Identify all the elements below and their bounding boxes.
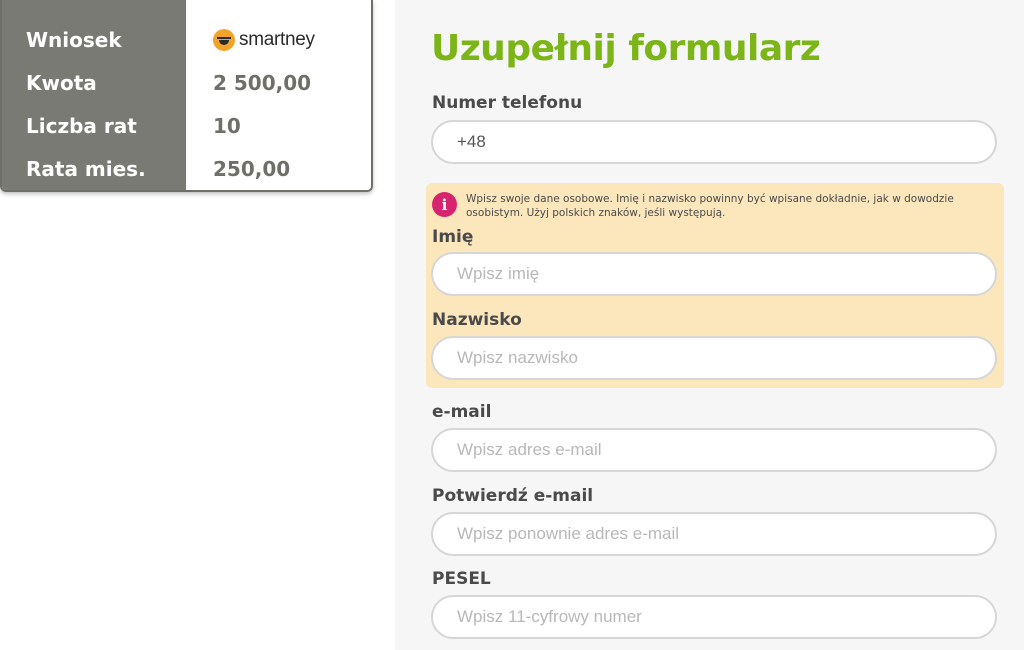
last-name-label: Nazwisko xyxy=(432,310,522,330)
loan-summary-card: Wniosek Kwota Liczba rat Rata mies. smar… xyxy=(0,0,373,192)
email-input[interactable] xyxy=(431,428,997,472)
summary-label-installments: Liczba rat xyxy=(26,113,137,138)
pesel-label: PESEL xyxy=(432,569,491,589)
email-confirm-input[interactable] xyxy=(431,512,997,556)
logo-text: smartney xyxy=(239,28,315,50)
phone-input[interactable] xyxy=(431,120,997,164)
summary-labels: Wniosek Kwota Liczba rat Rata mies. xyxy=(2,0,186,190)
summary-label-application: Wniosek xyxy=(26,27,122,52)
summary-label-amount: Kwota xyxy=(26,70,97,95)
first-name-label: Imię xyxy=(432,227,474,247)
info-text: Wpisz swoje dane osobowe. Imię i nazwisk… xyxy=(466,193,954,219)
smartney-logo: smartney xyxy=(186,18,371,61)
summary-values: smartney 2 500,00 10 250,00 xyxy=(186,0,371,190)
info-icon: i xyxy=(432,192,457,217)
form-title: Uzupełnij formularz xyxy=(431,28,821,69)
last-name-input[interactable] xyxy=(431,336,997,380)
form-panel: Uzupełnij formularz Numer telefonu i Wpi… xyxy=(395,0,1024,650)
email-confirm-label: Potwierdź e-mail xyxy=(432,486,594,506)
phone-label: Numer telefonu xyxy=(432,93,583,113)
pesel-input[interactable] xyxy=(431,595,997,639)
first-name-input[interactable] xyxy=(431,252,997,296)
summary-label-monthly-rate: Rata mies. xyxy=(26,156,146,181)
summary-value-installments: 10 xyxy=(213,113,241,138)
smiley-logo-icon xyxy=(213,28,235,51)
email-label: e-mail xyxy=(432,402,492,422)
summary-value-monthly-rate: 250,00 xyxy=(213,156,291,181)
summary-value-amount: 2 500,00 xyxy=(213,70,312,95)
